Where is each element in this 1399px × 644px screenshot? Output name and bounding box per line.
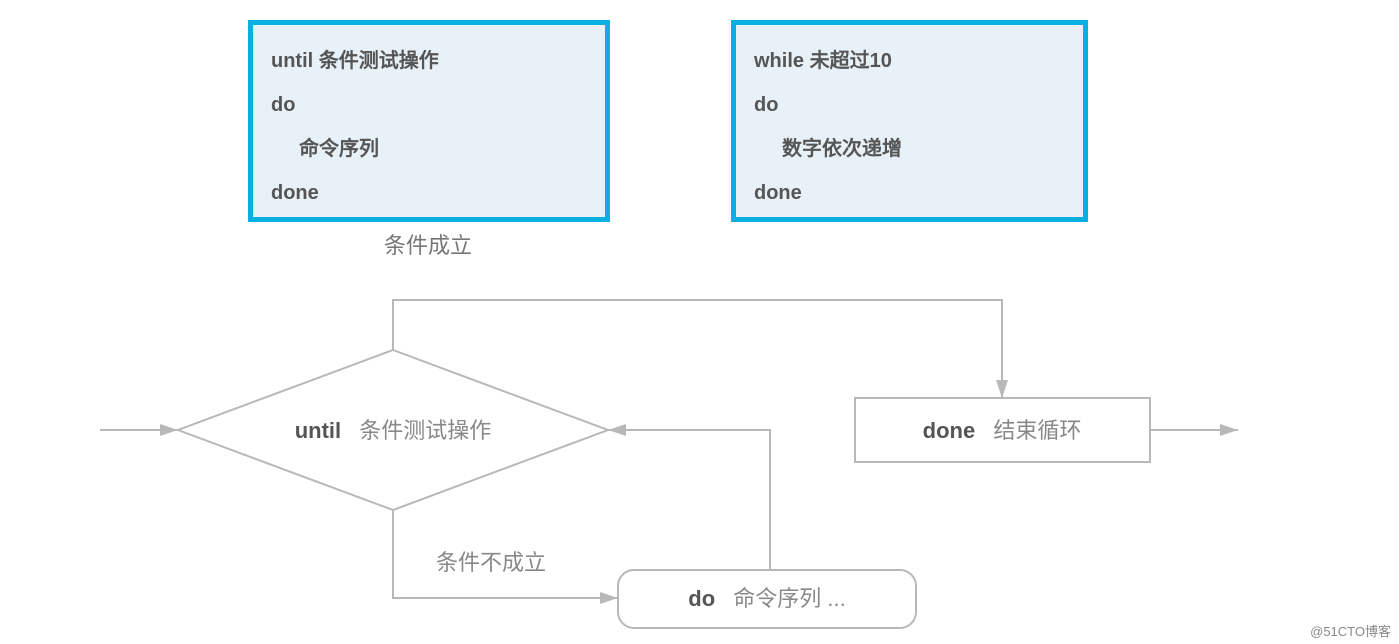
diamond-until: until 条件测试操作	[178, 350, 608, 510]
arrow-loop-back	[608, 430, 770, 570]
diamond-label: 条件测试操作	[359, 418, 491, 443]
diamond-keyword: until	[295, 418, 341, 443]
box-done: done 结束循环	[855, 398, 1150, 462]
svg-text:done 结束循环: done 结束循环	[923, 418, 1082, 443]
done-label: 结束循环	[993, 418, 1081, 443]
flowchart: until 条件测试操作 do 命令序列 ... done 结束循环 条件不成立	[0, 0, 1399, 644]
done-keyword: done	[923, 418, 976, 443]
watermark: @51CTO博客	[1310, 621, 1391, 640]
svg-text:do 命令序列 ...: do 命令序列 ...	[688, 586, 845, 611]
label-condition-false: 条件不成立	[436, 550, 546, 575]
do-keyword: do	[688, 586, 715, 611]
svg-text:until 条件测试操作: until 条件测试操作	[295, 418, 492, 443]
do-label: 命令序列 ...	[733, 586, 845, 611]
box-do: do 命令序列 ...	[618, 570, 916, 628]
